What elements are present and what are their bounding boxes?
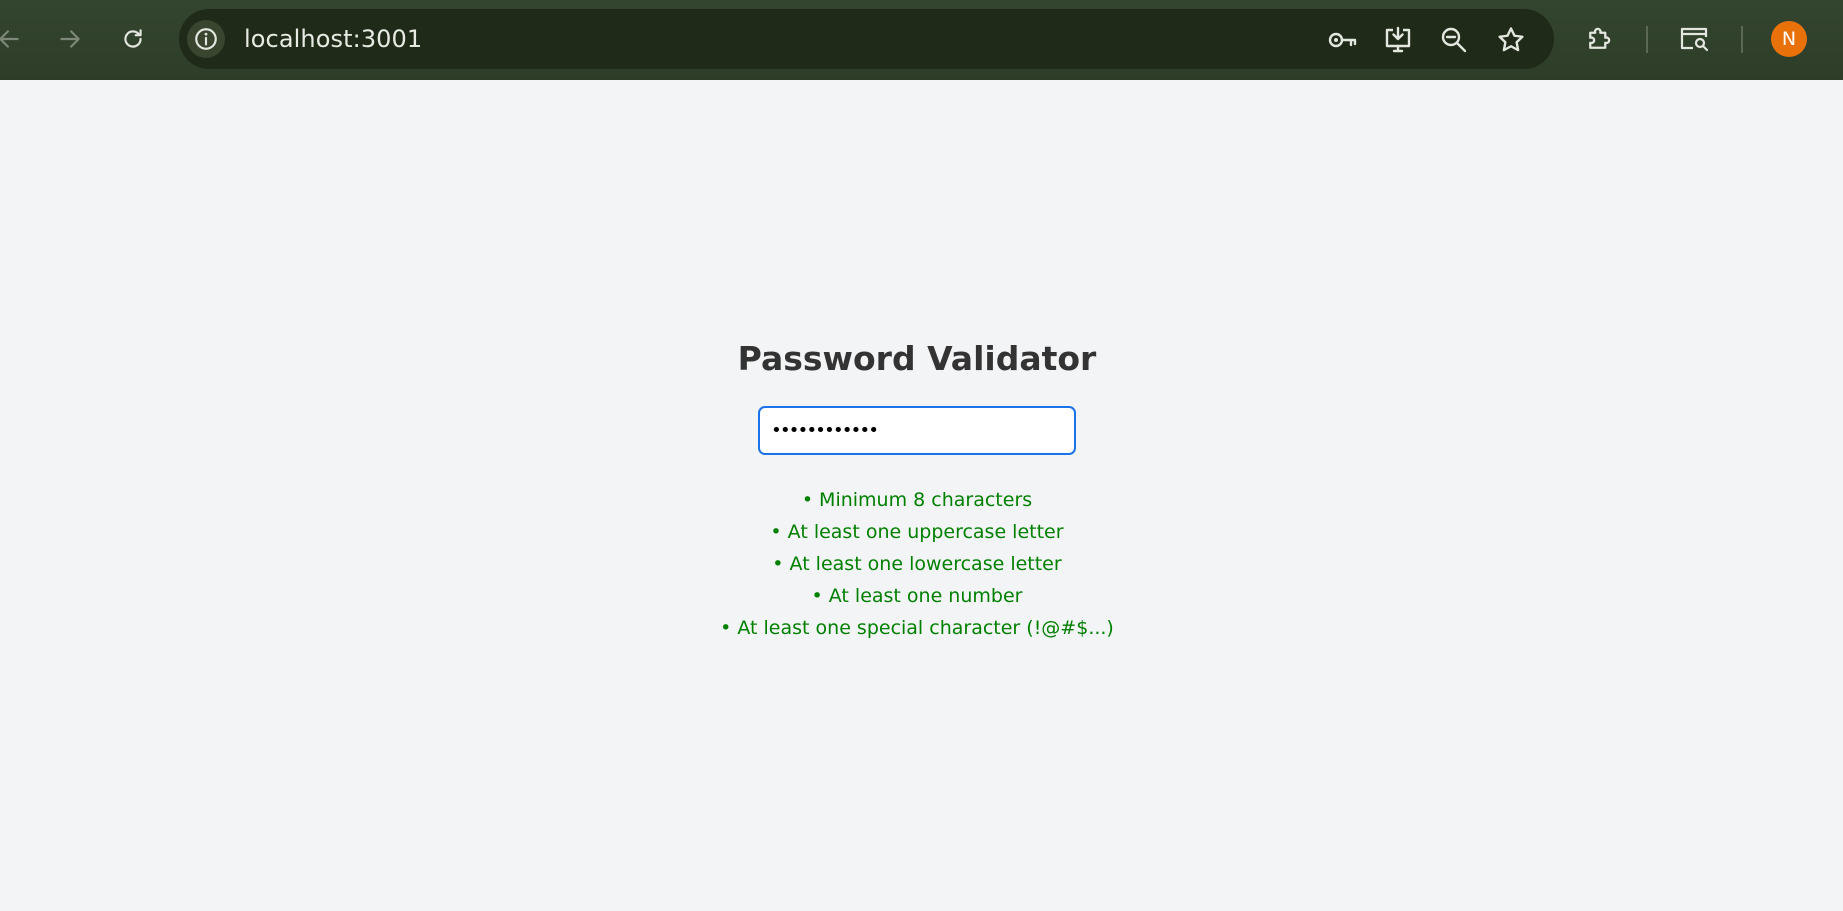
page-content: Password Validator • Minimum 8 character… xyxy=(0,80,1843,911)
install-app-button[interactable] xyxy=(1382,24,1414,56)
toolbar-divider xyxy=(1646,26,1648,53)
password-rule-item: • At least one lowercase letter xyxy=(772,553,1062,575)
password-rule-item: • At least one uppercase letter xyxy=(770,521,1064,543)
password-rule-item: • At least one number xyxy=(811,585,1023,607)
back-arrow-icon xyxy=(0,30,19,48)
forward-button[interactable] xyxy=(51,20,89,58)
tab-search-button[interactable] xyxy=(1675,20,1713,58)
url-text[interactable]: localhost:3001 xyxy=(244,9,422,69)
browser-toolbar: localhost:3001 N xyxy=(0,0,1843,80)
zoom-button[interactable] xyxy=(1438,24,1470,56)
password-input[interactable] xyxy=(758,406,1076,455)
key-icon xyxy=(1328,32,1357,48)
profile-avatar[interactable]: N xyxy=(1771,21,1807,57)
password-rules-list: • Minimum 8 characters • At least one upp… xyxy=(0,484,1834,644)
bookmark-button[interactable] xyxy=(1495,24,1527,56)
reload-icon xyxy=(124,29,142,48)
extensions-button[interactable] xyxy=(1580,20,1618,58)
info-icon xyxy=(195,28,217,50)
password-rule-item: • Minimum 8 characters xyxy=(801,489,1033,511)
star-icon xyxy=(1498,27,1524,52)
tab-search-icon xyxy=(1680,27,1709,52)
toolbar-divider xyxy=(1741,26,1743,53)
back-button[interactable] xyxy=(0,20,28,58)
address-bar[interactable]: localhost:3001 xyxy=(179,9,1554,69)
site-info-button[interactable] xyxy=(187,20,225,58)
password-manager-button[interactable] xyxy=(1327,24,1359,56)
reload-button[interactable] xyxy=(114,20,152,58)
profile-initial: N xyxy=(1781,28,1797,50)
install-app-icon xyxy=(1385,26,1411,53)
puzzle-icon xyxy=(1589,27,1611,49)
password-rule-item: • At least one special character (!@#$..… xyxy=(720,617,1114,639)
page-title: Password Validator xyxy=(737,339,1097,378)
forward-arrow-icon xyxy=(60,30,80,48)
zoom-out-icon xyxy=(1441,27,1467,53)
